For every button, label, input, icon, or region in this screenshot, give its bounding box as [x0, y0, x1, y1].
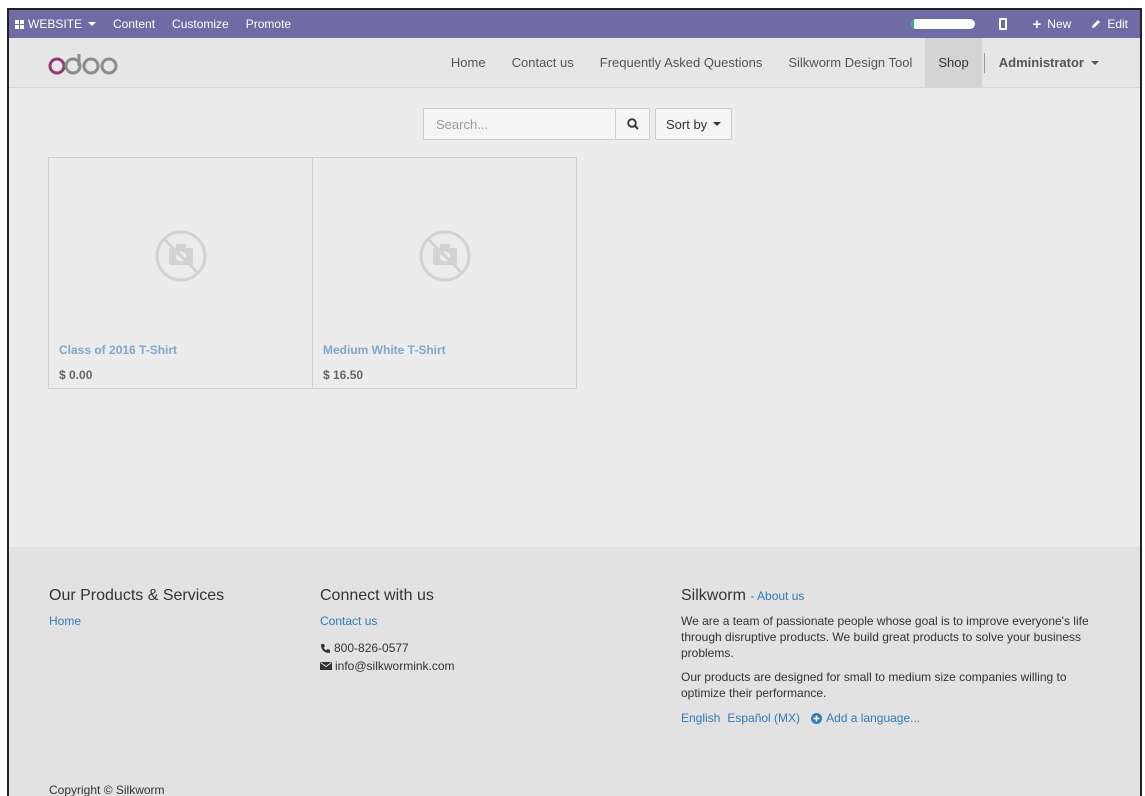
- product-name[interactable]: Medium White T-Shirt: [323, 343, 446, 357]
- product-grid: Class of 2016 T-Shirt $ 0.00 Medium Whit…: [48, 157, 577, 389]
- nav-silkworm-design-tool[interactable]: Silkworm Design Tool: [775, 38, 925, 87]
- search-bar: Sort by: [423, 108, 733, 140]
- language-espanol-mx[interactable]: Español (MX): [727, 711, 800, 725]
- nav-shop[interactable]: Shop: [925, 38, 982, 87]
- footer-connect-title: Connect with us: [320, 587, 434, 604]
- copyright: Copyright © Silkworm: [49, 783, 165, 796]
- footer-link-contact-us[interactable]: Contact us: [320, 614, 377, 628]
- footer-about-column: Silkworm - About us We are a team of pas…: [681, 587, 1101, 725]
- new-button-label: New: [1047, 17, 1072, 31]
- mobile-preview-icon[interactable]: [998, 18, 1007, 30]
- footer-connect-column: Connect with us Contact us 800-826-0577 …: [320, 587, 455, 673]
- plus-icon: +: [1032, 15, 1042, 33]
- edit-button[interactable]: Edit: [1091, 17, 1128, 31]
- product-card[interactable]: Medium White T-Shirt $ 16.50: [313, 157, 577, 389]
- phone-icon: [321, 643, 330, 653]
- progress-bar: [910, 19, 975, 29]
- main-nav: Home Contact us Frequently Asked Questio…: [438, 38, 1112, 87]
- footer-products-title: Our Products & Services: [49, 587, 225, 604]
- about-us-link[interactable]: About us: [757, 589, 804, 603]
- nav-faq[interactable]: Frequently Asked Questions: [587, 38, 776, 87]
- user-menu[interactable]: Administrator: [987, 38, 1112, 87]
- content-menu[interactable]: Content: [113, 10, 155, 38]
- footer-email: info@silkwormink.com: [320, 659, 455, 673]
- chevron-down-icon: [1091, 60, 1099, 65]
- sort-by-label: Sort by: [666, 116, 708, 132]
- search-input[interactable]: [423, 108, 615, 140]
- title-separator: -: [750, 589, 758, 603]
- no-image-icon: [155, 230, 206, 282]
- about-paragraph-1: We are a team of passionate people whose…: [681, 614, 1089, 660]
- about-paragraph-2: Our products are designed for small to m…: [681, 670, 1067, 700]
- search-button[interactable]: [615, 108, 650, 140]
- website-menu-label: WEBSITE: [28, 17, 83, 31]
- user-name: Administrator: [998, 55, 1084, 70]
- nav-home[interactable]: Home: [438, 38, 499, 87]
- admin-bar: WEBSITE Content Customize Promote + New …: [9, 10, 1140, 38]
- language-english[interactable]: English: [681, 711, 720, 725]
- odoo-logo[interactable]: [48, 51, 128, 77]
- footer-about-title: Silkworm - About us: [681, 587, 1101, 605]
- add-language-link[interactable]: Add a language...: [811, 711, 920, 725]
- site-footer: Our Products & Services Home Connect wit…: [9, 547, 1140, 796]
- product-price: $ 0.00: [59, 368, 93, 382]
- email-address[interactable]: info@silkwormink.com: [335, 659, 455, 673]
- footer-products-column: Our Products & Services Home: [49, 587, 224, 628]
- product-card[interactable]: Class of 2016 T-Shirt $ 0.00: [48, 157, 313, 389]
- product-price: $ 16.50: [323, 368, 364, 382]
- company-name: Silkworm: [681, 587, 746, 604]
- footer-phone: 800-826-0577: [320, 641, 455, 655]
- add-language-label: Add a language...: [826, 711, 921, 725]
- new-button[interactable]: + New: [1033, 17, 1072, 32]
- promote-menu[interactable]: Promote: [246, 10, 291, 38]
- apps-grid-icon: [15, 19, 24, 29]
- nav-contact-us[interactable]: Contact us: [499, 38, 587, 87]
- site-navbar: Home Contact us Frequently Asked Questio…: [9, 38, 1140, 88]
- sort-by-button[interactable]: Sort by: [655, 108, 733, 140]
- envelope-icon: [320, 662, 332, 670]
- phone-number: 800-826-0577: [334, 641, 409, 655]
- no-image-icon: [419, 230, 470, 282]
- chevron-down-icon: [88, 22, 97, 26]
- product-name[interactable]: Class of 2016 T-Shirt: [59, 343, 177, 357]
- footer-link-home[interactable]: Home: [49, 614, 81, 628]
- chevron-down-icon: [713, 122, 722, 126]
- browser-viewport: WEBSITE Content Customize Promote + New …: [7, 8, 1142, 796]
- nav-divider: [983, 52, 985, 73]
- pencil-icon: [1092, 20, 1101, 28]
- website-menu[interactable]: WEBSITE: [15, 10, 97, 38]
- progress-fill: [910, 19, 915, 29]
- edit-button-label: Edit: [1107, 17, 1128, 31]
- customize-menu[interactable]: Customize: [172, 10, 229, 38]
- search-icon: [626, 118, 639, 130]
- language-selector: English Español (MX) Add a language...: [681, 711, 1101, 725]
- plus-circle-icon: [811, 712, 823, 724]
